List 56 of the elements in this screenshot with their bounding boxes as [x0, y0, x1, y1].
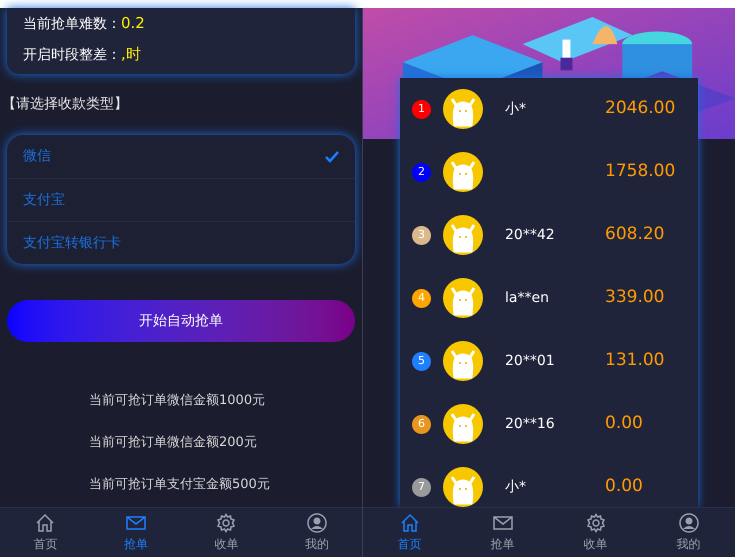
avatar-icon [443, 215, 483, 255]
avatar-icon [443, 341, 483, 381]
home-icon [35, 512, 56, 532]
mail-icon [126, 514, 146, 530]
checkmark-icon [325, 150, 339, 162]
user-name: 小* [505, 478, 526, 494]
user-icon [678, 512, 698, 532]
notice-text: 当前可抢订单微信金额1000元 [89, 392, 266, 410]
rank-badge: 5 [412, 352, 431, 370]
user-name: la**en [505, 290, 549, 306]
rank-badge: 3 [412, 226, 431, 244]
payment-option[interactable]: 支付宝 [7, 178, 355, 221]
rank-badge: 6 [412, 414, 431, 434]
start-button[interactable]: 开始自动抢单 [7, 300, 355, 342]
info-value: ,时 [121, 44, 141, 65]
user-name: 小* [505, 100, 526, 116]
nav-tab[interactable]: 抢单 [90, 508, 181, 557]
settings-icon [586, 512, 606, 532]
rank-badge: 4 [412, 288, 431, 308]
amount: 2046.00 [605, 97, 676, 120]
payment-option[interactable]: 微信 [7, 135, 355, 178]
nav-tab[interactable]: 我的 [642, 508, 735, 557]
avatar-icon [443, 89, 483, 129]
notice-text: 当前可抢订单微信金额200元 [89, 434, 258, 452]
user-name: 20**16 [505, 416, 555, 432]
nav-tab[interactable]: 抢单 [456, 508, 549, 557]
rank-badge: 1 [412, 100, 431, 118]
amount: 339.00 [605, 286, 664, 310]
nav-tab[interactable]: 收单 [181, 508, 272, 557]
section-title: 【请选择收款类型】 [2, 95, 129, 114]
rank-badge: 7 [412, 478, 431, 496]
info-label: 开启时段整差： [23, 46, 121, 65]
settings-icon [216, 512, 236, 532]
notice-text: 当前可抢订单支付宝金额500元 [89, 476, 271, 494]
amount: 131.00 [605, 349, 664, 372]
payment-option[interactable]: 支付宝转银行卡 [7, 221, 355, 264]
nav-tab[interactable]: 收单 [549, 508, 642, 557]
amount: 0.00 [605, 412, 643, 436]
home-icon [400, 512, 420, 532]
nav-tab[interactable]: 我的 [272, 508, 362, 557]
amount: 0.00 [605, 475, 643, 498]
user-icon [306, 512, 327, 532]
avatar-icon [443, 404, 483, 444]
nav-tab[interactable]: 首页 [0, 508, 90, 557]
amount: 1758.00 [605, 160, 676, 184]
avatar-icon [443, 467, 483, 507]
amount: 608.20 [605, 223, 664, 246]
nav-tab[interactable]: 首页 [363, 508, 456, 557]
avatar-icon [443, 152, 483, 192]
info-value: 0.2 [121, 13, 145, 34]
mail-icon [492, 514, 512, 530]
info-label: 当前抢单难数： [23, 15, 121, 34]
rank-badge: 2 [412, 162, 431, 182]
avatar-icon [443, 278, 483, 318]
user-name: 20**42 [505, 226, 555, 242]
user-name: 20**01 [505, 352, 555, 368]
